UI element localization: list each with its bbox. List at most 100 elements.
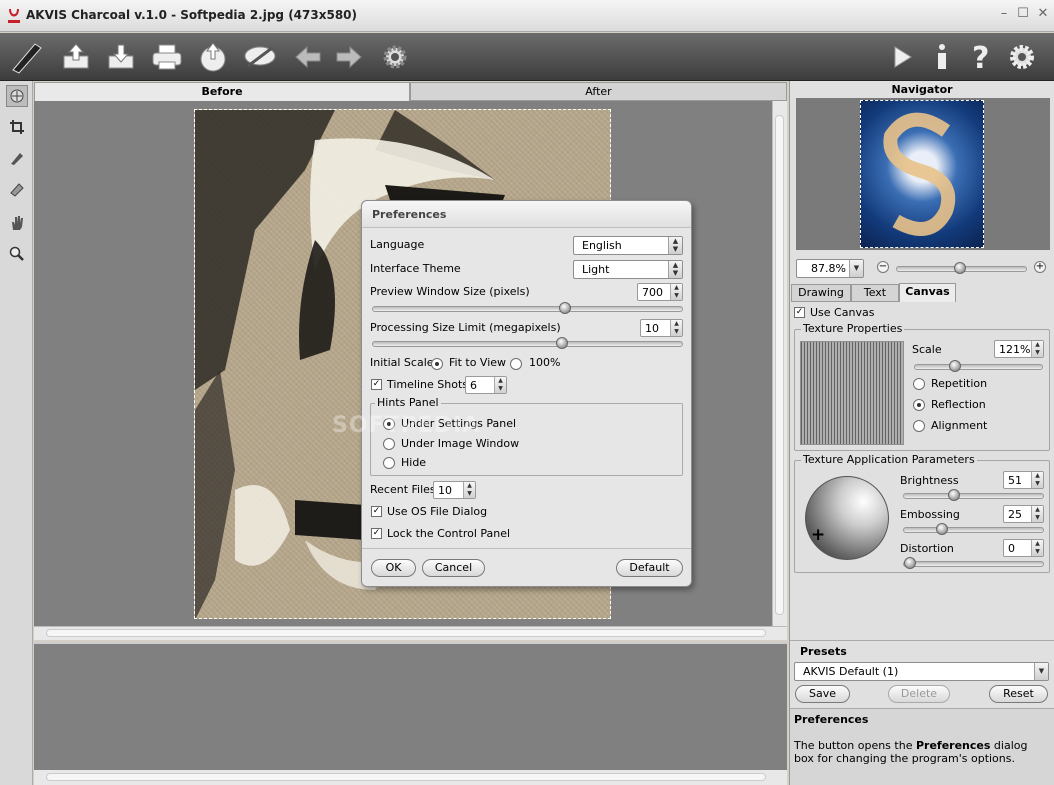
hints-panel-label: Hints Panel: [375, 396, 441, 409]
processing-limit-stepper[interactable]: 10 ▲ ▼: [640, 319, 683, 337]
language-value: English: [582, 239, 622, 252]
embossing-slider[interactable]: [903, 523, 1044, 535]
brightness-stepper[interactable]: 51 ▲ ▼: [1003, 471, 1044, 489]
tab-after[interactable]: After: [410, 82, 787, 101]
share-icon[interactable]: [195, 39, 231, 75]
info-icon[interactable]: [924, 39, 960, 75]
zoom-tool-icon[interactable]: [6, 243, 28, 265]
timeline-shots-label: Timeline Shots: [387, 378, 468, 391]
preview-size-slider[interactable]: [372, 302, 683, 314]
brightness-slider[interactable]: [903, 489, 1044, 501]
charcoal-logo-icon[interactable]: [8, 39, 44, 75]
distortion-slider[interactable]: [903, 557, 1044, 569]
os-file-dialog-label: Use OS File Dialog: [387, 505, 488, 518]
run-icon[interactable]: [884, 39, 920, 75]
ok-button[interactable]: OK: [371, 559, 416, 577]
hint-hide-radio[interactable]: [383, 457, 395, 469]
use-canvas-checkbox[interactable]: ✓: [794, 307, 805, 318]
repetition-label: Repetition: [931, 377, 988, 390]
open-file-icon[interactable]: [58, 39, 94, 75]
tab-drawing[interactable]: Drawing: [791, 284, 851, 302]
minimize-button[interactable]: –: [997, 6, 1011, 22]
theme-value: Light: [582, 263, 610, 276]
settings-panel: Navigator 87.8% ▼ − + Drawing Text Canva…: [789, 81, 1054, 785]
default-button[interactable]: Default: [616, 559, 683, 577]
tab-before[interactable]: Before: [34, 82, 410, 101]
os-file-dialog-checkbox[interactable]: ✓: [371, 506, 382, 517]
save-preset-button[interactable]: Save: [795, 685, 850, 703]
repetition-radio[interactable]: [913, 378, 925, 390]
tab-canvas[interactable]: Canvas: [899, 283, 956, 302]
embossing-stepper[interactable]: 25 ▲ ▼: [1003, 505, 1044, 523]
brightness-label: Brightness: [900, 474, 959, 487]
texture-preview[interactable]: [800, 341, 904, 445]
close-button[interactable]: ✕: [1036, 6, 1050, 22]
lock-control-panel-checkbox[interactable]: ✓: [371, 528, 382, 539]
distortion-stepper[interactable]: 0 ▲ ▼: [1003, 539, 1044, 557]
scale-stepper[interactable]: 121% ▲ ▼: [994, 340, 1044, 358]
crop-tool-icon[interactable]: [6, 116, 28, 138]
dialog-title-bar[interactable]: Preferences: [362, 201, 691, 228]
print-icon[interactable]: [149, 39, 185, 75]
hint-under-image-radio[interactable]: [383, 438, 395, 450]
distortion-label: Distortion: [900, 542, 954, 555]
hint-hide-label: Hide: [401, 456, 427, 469]
settings-gear-icon[interactable]: [1004, 39, 1040, 75]
softpedia-watermark: SOFTPEDIA: [332, 413, 481, 438]
navigate-tool-icon[interactable]: [6, 85, 28, 107]
fit-to-view-radio[interactable]: [431, 358, 443, 370]
redo-icon[interactable]: [331, 39, 367, 75]
theme-select[interactable]: Light ▲ ▼: [573, 260, 683, 279]
processing-limit-slider[interactable]: [372, 337, 683, 349]
scale-slider[interactable]: [914, 360, 1043, 372]
hint-under-image-label: Under Image Window: [401, 437, 520, 450]
canvas-horizontal-scrollbar[interactable]: [34, 626, 787, 640]
preferences-gear-icon[interactable]: [377, 39, 413, 75]
cancel-button[interactable]: Cancel: [422, 559, 485, 577]
timeline-scrollbar[interactable]: [34, 770, 787, 785]
texture-properties-label: Texture Properties: [801, 322, 905, 335]
plugins-icon[interactable]: [242, 39, 278, 75]
undo-icon[interactable]: [290, 39, 326, 75]
save-file-icon[interactable]: [103, 39, 139, 75]
help-icon[interactable]: ?: [964, 39, 1000, 75]
main-toolbar: ?: [0, 33, 1054, 81]
texture-application-group: Texture Application Parameters + Brightn…: [794, 453, 1050, 573]
reflection-radio[interactable]: [913, 399, 925, 411]
preferences-dialog: Preferences Language English ▲ ▼ Interfac…: [332, 200, 692, 587]
reset-preset-button[interactable]: Reset: [989, 685, 1048, 703]
tab-text[interactable]: Text: [851, 284, 899, 302]
hand-tool-icon[interactable]: [6, 212, 28, 234]
eraser-tool-icon[interactable]: [6, 178, 28, 200]
light-position-icon: +: [811, 525, 826, 545]
title-bar: AKVIS Charcoal v.1.0 - Softpedia 2.jpg (…: [0, 0, 1054, 32]
recent-files-label: Recent Files: [370, 483, 436, 496]
light-direction-sphere[interactable]: +: [805, 476, 889, 560]
maximize-button[interactable]: ☐: [1016, 6, 1030, 22]
zoom-out-button[interactable]: −: [877, 261, 889, 273]
brush-tool-icon[interactable]: [6, 147, 28, 169]
zoom-slider[interactable]: [896, 262, 1027, 274]
window-title: AKVIS Charcoal v.1.0 - Softpedia 2.jpg (…: [26, 8, 358, 22]
navigator-thumbnail[interactable]: [860, 100, 984, 248]
texture-application-label: Texture Application Parameters: [801, 453, 977, 466]
zoom-combo[interactable]: 87.8% ▼: [796, 259, 864, 278]
timeline-shots-stepper[interactable]: 6 ▲ ▼: [465, 376, 507, 394]
alignment-radio[interactable]: [913, 420, 925, 432]
timeline-panel: [34, 642, 787, 770]
presets-title: Presets: [800, 645, 847, 658]
presets-combo[interactable]: AKVIS Default (1) ▼: [794, 662, 1049, 681]
divider: [790, 640, 1054, 641]
language-select[interactable]: English ▲ ▼: [573, 236, 683, 255]
timeline-shots-checkbox[interactable]: ✓: [371, 379, 382, 390]
preview-size-stepper[interactable]: 700 ▲ ▼: [637, 283, 683, 301]
navigator-view[interactable]: [796, 98, 1050, 250]
scale-100-radio[interactable]: [510, 358, 522, 370]
hints-panel: Preferences The button opens the Prefere…: [790, 708, 1054, 785]
recent-files-stepper[interactable]: 10 ▲ ▼: [433, 481, 476, 499]
zoom-in-button[interactable]: +: [1034, 261, 1046, 273]
canvas-vertical-scrollbar[interactable]: [772, 101, 787, 626]
chevron-updown-icon: ▲ ▼: [668, 237, 682, 254]
delete-preset-button[interactable]: Delete: [888, 685, 950, 703]
processing-limit-label: Processing Size Limit (megapixels): [370, 321, 561, 334]
